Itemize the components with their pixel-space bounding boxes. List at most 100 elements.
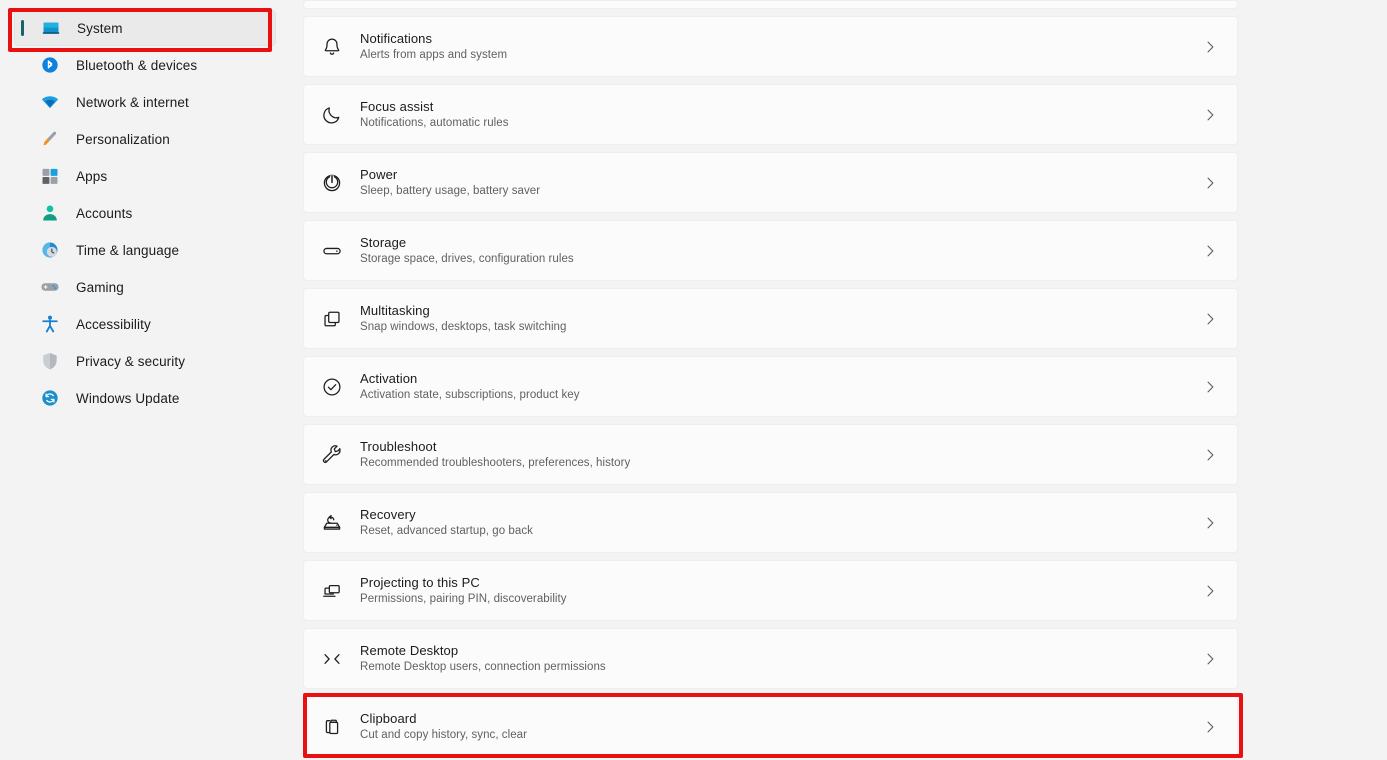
settings-row-title: Remote Desktop	[360, 642, 459, 658]
settings-row-text: Activation Activation state, subscription…	[360, 371, 1195, 403]
settings-row-subtitle: Remote Desktop users, connection permiss…	[360, 660, 606, 673]
settings-row-title: Storage	[360, 234, 407, 250]
sidebar-item-label: Accessibility	[76, 316, 151, 332]
settings-row-subtitle: Activation state, subscriptions, product…	[360, 388, 580, 401]
settings-row-recovery[interactable]: Recovery Reset, advanced startup, go back	[303, 492, 1238, 553]
checkmark-circle-icon	[320, 375, 344, 399]
settings-row-subtitle: Recommended troubleshooters, preferences…	[360, 456, 631, 469]
settings-row-text: Notifications Alerts from apps and system	[360, 31, 1195, 63]
sidebar-item-label: Time & language	[76, 242, 180, 258]
chevron-right-icon[interactable]	[1195, 446, 1225, 464]
chevron-right-icon[interactable]	[1195, 242, 1225, 260]
settings-row-notifications[interactable]: Notifications Alerts from apps and system	[303, 16, 1238, 77]
settings-row-title: Multitasking	[360, 302, 430, 318]
settings-sidebar: System Bluetooth & devices Network & inter…	[0, 0, 290, 760]
settings-row-subtitle: Storage space, drives, configuration rul…	[360, 252, 574, 265]
shield-icon	[40, 351, 60, 371]
settings-row-projecting-to-this-pc[interactable]: Projecting to this PC Permissions, pairin…	[303, 560, 1238, 621]
settings-row-text: Remote Desktop Remote Desktop users, conn…	[360, 643, 1195, 675]
wrench-icon	[320, 443, 344, 467]
clock-globe-icon	[40, 240, 60, 260]
update-refresh-icon	[40, 388, 60, 408]
sidebar-item-label: Gaming	[76, 279, 124, 295]
settings-row-text: Clipboard Cut and copy history, sync, cle…	[360, 711, 1195, 743]
sidebar-item-label: System	[77, 20, 123, 36]
chevron-right-icon[interactable]	[1195, 174, 1225, 192]
settings-row-text: Multitasking Snap windows, desktops, task…	[360, 303, 1195, 335]
accessibility-icon	[40, 314, 60, 334]
sidebar-item-accounts[interactable]: Accounts	[14, 195, 276, 231]
sidebar-item-apps[interactable]: Apps	[14, 158, 276, 194]
settings-row-text: Storage Storage space, drives, configurat…	[360, 235, 1195, 267]
sidebar-item-network-internet[interactable]: Network & internet	[14, 84, 276, 120]
sidebar-item-label: Privacy & security	[76, 353, 186, 369]
remote-desktop-icon	[320, 647, 344, 671]
sidebar-item-label: Accounts	[76, 205, 133, 221]
chevron-right-icon[interactable]	[1195, 514, 1225, 532]
projecting-icon	[320, 579, 344, 603]
bluetooth-icon	[40, 55, 60, 75]
settings-row-troubleshoot[interactable]: Troubleshoot Recommended troubleshooters,…	[303, 424, 1238, 485]
paintbrush-icon	[40, 129, 60, 149]
windows-stack-icon	[320, 307, 344, 331]
settings-row-activation[interactable]: Activation Activation state, subscription…	[303, 356, 1238, 417]
drive-icon	[320, 239, 344, 263]
sidebar-item-label: Network & internet	[76, 94, 189, 110]
settings-row-remote-desktop[interactable]: Remote Desktop Remote Desktop users, conn…	[303, 628, 1238, 689]
chevron-right-icon[interactable]	[1195, 106, 1225, 124]
moon-icon	[320, 103, 344, 127]
sidebar-item-label: Windows Update	[76, 390, 180, 406]
settings-row-title: Clipboard	[360, 710, 417, 726]
settings-row-subtitle: Cut and copy history, sync, clear	[360, 728, 527, 741]
settings-row-title: Focus assist	[360, 98, 434, 114]
chevron-right-icon[interactable]	[1195, 582, 1225, 600]
settings-row-partial-above[interactable]	[303, 0, 1238, 9]
sidebar-item-label: Apps	[76, 168, 108, 184]
sidebar-item-personalization[interactable]: Personalization	[14, 121, 276, 157]
sidebar-item-label: Bluetooth & devices	[76, 57, 198, 73]
settings-row-title: Projecting to this PC	[360, 574, 480, 590]
sidebar-item-time-language[interactable]: Time & language	[14, 232, 276, 268]
settings-row-subtitle: Reset, advanced startup, go back	[360, 524, 533, 537]
clipboard-icon	[320, 715, 344, 739]
settings-row-multitasking[interactable]: Multitasking Snap windows, desktops, task…	[303, 288, 1238, 349]
settings-row-text: Troubleshoot Recommended troubleshooters,…	[360, 439, 1195, 471]
settings-row-title: Activation	[360, 370, 418, 386]
system-settings-list: Notifications Alerts from apps and system…	[303, 0, 1238, 760]
apps-grid-icon	[40, 166, 60, 186]
bell-icon	[320, 35, 344, 59]
settings-row-clipboard[interactable]: Clipboard Cut and copy history, sync, cle…	[303, 696, 1238, 757]
chevron-right-icon[interactable]	[1195, 310, 1225, 328]
chevron-right-icon[interactable]	[1195, 38, 1225, 56]
sidebar-item-accessibility[interactable]: Accessibility	[14, 306, 276, 342]
settings-row-subtitle: Sleep, battery usage, battery saver	[360, 184, 541, 197]
sidebar-item-bluetooth-devices[interactable]: Bluetooth & devices	[14, 47, 276, 83]
selection-indicator	[21, 20, 24, 36]
sidebar-item-label: Personalization	[76, 131, 170, 147]
chevron-right-icon[interactable]	[1195, 650, 1225, 668]
sidebar-item-windows-update[interactable]: Windows Update	[14, 380, 276, 416]
recovery-arrow-icon	[320, 511, 344, 535]
settings-row-subtitle: Notifications, automatic rules	[360, 116, 509, 129]
sidebar-item-privacy-security[interactable]: Privacy & security	[14, 343, 276, 379]
settings-row-title: Troubleshoot	[360, 438, 437, 454]
settings-row-subtitle: Permissions, pairing PIN, discoverabilit…	[360, 592, 567, 605]
person-icon	[40, 203, 60, 223]
settings-row-storage[interactable]: Storage Storage space, drives, configurat…	[303, 220, 1238, 281]
settings-row-text: Projecting to this PC Permissions, pairin…	[360, 575, 1195, 607]
chevron-right-icon[interactable]	[1195, 378, 1225, 396]
gamepad-icon	[40, 277, 60, 297]
settings-row-title: Notifications	[360, 30, 433, 46]
sidebar-item-gaming[interactable]: Gaming	[14, 269, 276, 305]
system-monitor-icon	[41, 18, 61, 38]
sidebar-item-system[interactable]: System	[14, 10, 276, 46]
wifi-icon	[40, 92, 60, 112]
settings-window: System Bluetooth & devices Network & inter…	[0, 0, 1387, 760]
settings-row-title: Recovery	[360, 506, 416, 522]
settings-row-power[interactable]: Power Sleep, battery usage, battery saver	[303, 152, 1238, 213]
settings-row-text: Focus assist Notifications, automatic rul…	[360, 99, 1195, 131]
chevron-right-icon[interactable]	[1195, 718, 1225, 736]
settings-row-title: Power	[360, 166, 398, 182]
settings-row-subtitle: Snap windows, desktops, task switching	[360, 320, 567, 333]
settings-row-focus-assist[interactable]: Focus assist Notifications, automatic rul…	[303, 84, 1238, 145]
